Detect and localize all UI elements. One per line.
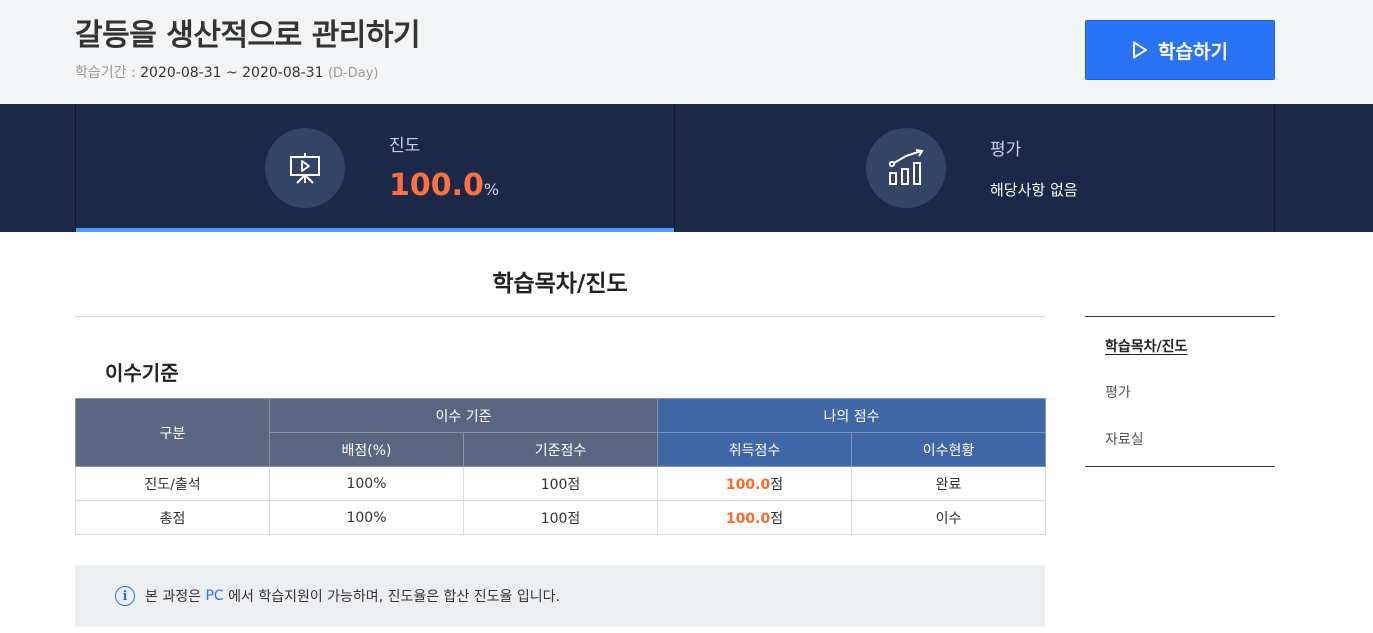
- row-base-score: 100점: [462, 466, 659, 501]
- table-row: 총점 100% 100점 100.0점 이수: [75, 500, 1047, 535]
- evaluation-value: 해당사항 없음: [990, 181, 1078, 199]
- start-learning-button[interactable]: 학습하기: [1085, 20, 1275, 80]
- study-period-range: 2020-08-31 ~ 2020-08-31: [140, 65, 324, 81]
- notice-box: i 본 과정은 PC 에서 학습지원이 가능하며, 진도율은 합산 진도율 입니…: [75, 565, 1045, 627]
- row-weight: 100%: [269, 466, 464, 501]
- earned-score-unit: 점: [770, 476, 784, 493]
- header-base-score: 기준점수: [462, 432, 659, 467]
- row-earned-score: 100.0점: [657, 500, 853, 535]
- row-status: 이수: [851, 500, 1047, 535]
- progress-value: 100.0%: [389, 164, 499, 212]
- criteria-title: 이수기준: [105, 361, 179, 385]
- section-divider: [75, 316, 1045, 317]
- header-my-score: 나의 점수: [657, 398, 1047, 433]
- section-title: 학습목차/진도: [492, 271, 628, 297]
- progress-label: 진도: [389, 136, 421, 156]
- row-base-score: 100점: [462, 500, 659, 535]
- header-criteria: 이수 기준: [268, 398, 659, 433]
- progress-unit: %: [483, 180, 500, 199]
- row-earned-score: 100.0점: [657, 466, 853, 501]
- progress-bar: [76, 228, 674, 232]
- header-earned-score: 취득점수: [657, 432, 853, 467]
- course-title: 갈등을 생산적으로 관리하기: [75, 18, 421, 53]
- side-nav-item-resources[interactable]: 자료실: [1105, 430, 1144, 450]
- progress-panel: 진도 100.0%: [75, 104, 675, 232]
- study-period: 학습기간 : 2020-08-31 ~ 2020-08-31 (D-Day): [75, 63, 378, 84]
- presentation-board-icon: [265, 128, 345, 208]
- header-completion-status: 이수현황: [851, 432, 1047, 467]
- row-weight: 100%: [269, 500, 464, 535]
- notice-prefix: 본 과정은: [145, 589, 201, 605]
- row-category: 진도/출석: [75, 466, 270, 501]
- side-nav: 학습목차/진도 평가 자료실: [1085, 316, 1275, 467]
- earned-score-value: 100.0: [725, 476, 771, 493]
- stats-band: 진도 100.0% 평가 해당사항 없음: [0, 104, 1373, 232]
- header-category: 구분: [75, 398, 270, 467]
- earned-score-value: 100.0: [725, 510, 771, 527]
- start-learning-label: 학습하기: [1158, 40, 1228, 63]
- study-period-dday: (D-Day): [327, 66, 379, 81]
- progress-number: 100.0: [389, 168, 484, 203]
- table-row: 진도/출석 100% 100점 100.0점 완료: [75, 466, 1047, 501]
- earned-score-unit: 점: [770, 510, 784, 527]
- header-weight: 배점(%): [269, 432, 464, 467]
- play-outline-icon: [1132, 41, 1148, 59]
- notice-suffix: 에서 학습지원이 가능하며, 진도율은 합산 진도율 입니다.: [228, 589, 560, 605]
- study-period-label: 학습기간 :: [75, 65, 136, 81]
- growth-chart-icon: [866, 128, 946, 208]
- notice-highlight: PC: [205, 588, 224, 604]
- evaluation-panel: 평가 해당사항 없음: [674, 104, 1275, 232]
- side-nav-item-evaluation[interactable]: 평가: [1105, 383, 1131, 403]
- course-header: 갈등을 생산적으로 관리하기 학습기간 : 2020-08-31 ~ 2020-…: [0, 0, 1373, 104]
- completion-criteria-table: 구분 이수 기준 나의 점수 배점(%) 기준점수 취득점수 이수현황 진도/출…: [75, 398, 1047, 535]
- row-status: 완료: [851, 466, 1047, 501]
- side-nav-item-contents[interactable]: 학습목차/진도: [1105, 337, 1187, 357]
- info-circle-icon: i: [115, 586, 135, 606]
- row-category: 총점: [75, 500, 270, 535]
- evaluation-label: 평가: [990, 140, 1022, 160]
